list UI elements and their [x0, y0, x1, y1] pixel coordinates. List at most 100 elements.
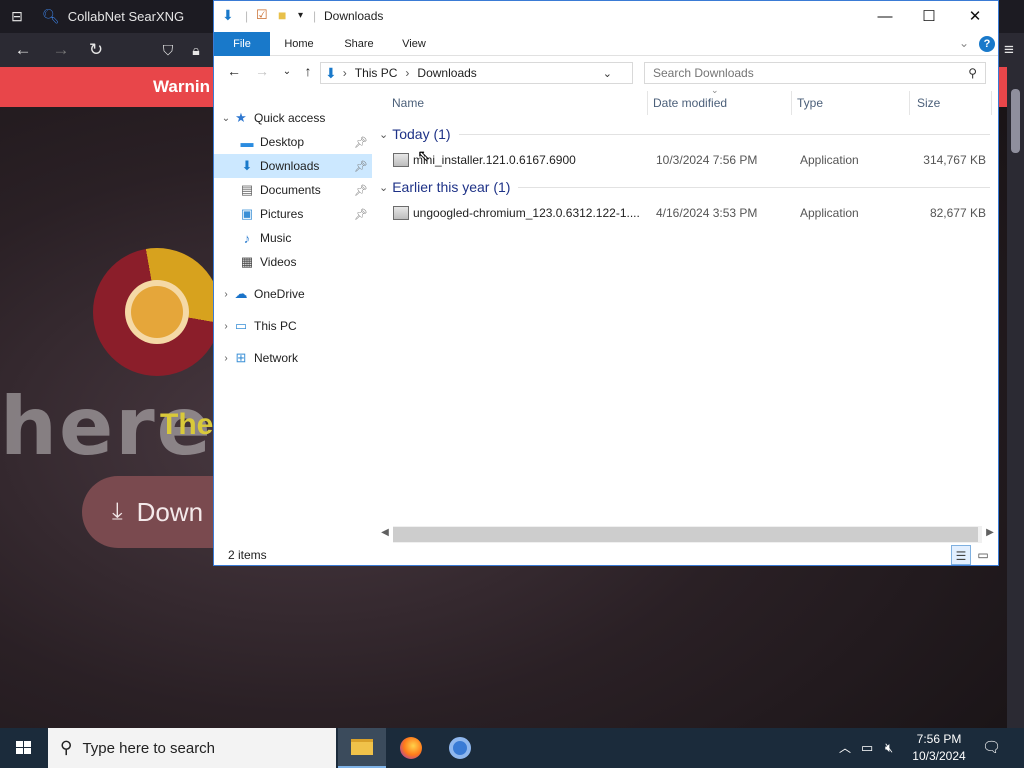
- column-header-type[interactable]: Type: [797, 93, 823, 113]
- column-divider[interactable]: [791, 91, 792, 115]
- column-header-date[interactable]: Date modified: [653, 93, 727, 113]
- title-bar[interactable]: ⬇ | ☑ ■ ▾ | Downloads — ☐ ✕: [214, 1, 998, 32]
- breadcrumb-this-pc[interactable]: This PC: [355, 66, 398, 80]
- file-row[interactable]: ungoogled-chromium_123.0.6312.122-1.... …: [389, 202, 995, 224]
- address-bar[interactable]: ⬇ › This PC › Downloads ⌄ ↻: [320, 62, 733, 84]
- pin-icon[interactable]: 📌︎: [354, 208, 368, 221]
- clock[interactable]: 7:56 PM 10/3/2024: [905, 731, 973, 765]
- nav-this-pc[interactable]: › ▭ This PC: [214, 314, 372, 338]
- group-label: Earlier this year (1): [392, 179, 511, 195]
- tab-view[interactable]: View: [394, 32, 434, 56]
- horizontal-scrollbar[interactable]: ◀ ▶: [377, 526, 998, 543]
- scroll-right-icon[interactable]: ▶: [982, 527, 998, 538]
- tab-share[interactable]: Share: [336, 32, 382, 56]
- taskbar-search[interactable]: ⚲ Type here to search: [48, 728, 336, 768]
- menu-icon[interactable]: ≡: [996, 33, 1022, 67]
- reload-icon[interactable]: ↻: [83, 33, 109, 67]
- nav-quick-access[interactable]: ⌄ ★ Quick access: [214, 106, 372, 130]
- chevron-right-icon[interactable]: ›: [220, 353, 232, 364]
- browser-tab[interactable]: 🔍︎ CollabNet SearXNG: [36, 0, 216, 33]
- notifications-icon[interactable]: 🗨︎: [982, 728, 1001, 768]
- chevron-down-icon[interactable]: ⌄: [220, 113, 232, 124]
- nav-label: OneDrive: [254, 287, 305, 301]
- chevron-down-icon[interactable]: ⌄: [379, 181, 388, 194]
- customize-toolbar-icon[interactable]: ▾: [298, 10, 303, 21]
- network-icon: ⊞: [235, 350, 247, 365]
- taskbar-file-explorer[interactable]: [338, 728, 386, 768]
- column-header-size[interactable]: Size: [917, 93, 940, 113]
- scroll-thumb[interactable]: [393, 527, 978, 542]
- downloads-folder-icon: ⬇: [325, 64, 337, 81]
- nav-item-downloads[interactable]: ⬇ Downloads 📌︎: [214, 154, 372, 178]
- title-separator: |: [245, 9, 249, 23]
- chevron-down-icon[interactable]: ⌄: [379, 128, 388, 141]
- search-box[interactable]: ⚲: [644, 62, 986, 84]
- group-header-today[interactable]: ⌄ Today (1): [379, 123, 998, 145]
- properties-icon[interactable]: ☑: [256, 7, 268, 23]
- chevron-right-icon[interactable]: ›: [220, 321, 232, 332]
- taskbar-chromium[interactable]: [436, 728, 484, 768]
- tagline: The: [160, 408, 214, 441]
- documents-icon: ▤: [240, 182, 254, 197]
- nav-item-documents[interactable]: ▤ Documents 📌︎: [214, 178, 372, 202]
- nav-onedrive[interactable]: › ☁ OneDrive: [214, 282, 372, 306]
- file-row[interactable]: mini_installer.121.0.6167.6900 10/3/2024…: [389, 149, 995, 171]
- application-icon: [393, 206, 409, 220]
- pin-icon[interactable]: 📌︎: [354, 136, 368, 149]
- up-icon[interactable]: ↑: [298, 63, 318, 79]
- nav-item-pictures[interactable]: ▣ Pictures 📌︎: [214, 202, 372, 226]
- tab-home[interactable]: Home: [276, 32, 322, 56]
- navigation-bar: ← → ⌄ ↑ ⬇ › This PC › Downloads ⌄ ↻ ⚲: [214, 57, 998, 89]
- forward-icon[interactable]: →: [252, 63, 272, 79]
- group-divider: [458, 133, 990, 135]
- minimize-button[interactable]: —: [862, 1, 908, 32]
- file-date: 10/3/2024 7:56 PM: [656, 153, 758, 167]
- tab-list-icon[interactable]: ⊟: [4, 0, 30, 33]
- application-icon: [393, 153, 409, 167]
- breadcrumb-downloads[interactable]: Downloads: [417, 66, 476, 80]
- column-divider[interactable]: [909, 91, 910, 115]
- chevron-right-icon[interactable]: ›: [220, 289, 232, 300]
- taskbar-firefox[interactable]: [387, 728, 435, 768]
- maximize-button[interactable]: ☐: [906, 1, 952, 32]
- pin-icon[interactable]: 📌︎: [354, 160, 368, 173]
- show-hidden-icons-icon[interactable]: ︿: [839, 728, 851, 768]
- shield-icon[interactable]: ⛉: [155, 33, 181, 67]
- forward-icon[interactable]: →: [48, 33, 74, 67]
- file-size: 314,767 KB: [923, 153, 986, 167]
- browser-scroll-thumb[interactable]: [1011, 89, 1020, 153]
- details-view-icon[interactable]: ☰: [951, 545, 971, 565]
- back-icon[interactable]: ←: [10, 33, 36, 67]
- column-divider[interactable]: [647, 91, 648, 115]
- tab-file[interactable]: File: [214, 32, 270, 56]
- scroll-track[interactable]: [393, 526, 982, 543]
- recent-locations-icon[interactable]: ⌄: [277, 66, 297, 77]
- large-icons-view-icon[interactable]: ▭: [973, 545, 993, 565]
- browser-scrollbar[interactable]: [1007, 67, 1024, 728]
- nav-item-desktop[interactable]: ▬ Desktop 📌︎: [214, 130, 372, 154]
- volume-muted-icon[interactable]: 🔇︎: [885, 728, 893, 768]
- search-input[interactable]: [645, 63, 945, 83]
- help-button[interactable]: ?: [979, 36, 995, 52]
- group-divider: [518, 186, 990, 188]
- expand-ribbon-icon[interactable]: ⌄: [959, 36, 969, 50]
- close-button[interactable]: ✕: [952, 1, 998, 32]
- nav-item-videos[interactable]: ▦ Videos: [214, 250, 372, 274]
- group-header-earlier-this-year[interactable]: ⌄ Earlier this year (1): [379, 176, 998, 198]
- nav-item-music[interactable]: ♪ Music: [214, 226, 372, 250]
- column-header-name[interactable]: Name: [392, 93, 424, 113]
- nav-network[interactable]: › ⊞ Network: [214, 346, 372, 370]
- address-dropdown-icon[interactable]: ⌄: [603, 67, 612, 80]
- new-folder-icon[interactable]: ■: [278, 7, 286, 23]
- back-icon[interactable]: ←: [224, 63, 244, 79]
- pin-icon[interactable]: 📌︎: [354, 184, 368, 197]
- search-icon: ⚲: [60, 738, 73, 757]
- lock-icon[interactable]: 🔒︎: [183, 33, 209, 67]
- scroll-left-icon[interactable]: ◀: [377, 527, 393, 538]
- download-arrow-icon: ⬇: [222, 7, 234, 23]
- column-divider[interactable]: [991, 91, 992, 115]
- search-icon[interactable]: ⚲: [968, 66, 977, 80]
- file-size: 82,677 KB: [929, 206, 986, 220]
- network-tray-icon[interactable]: ▭: [861, 728, 873, 768]
- start-button[interactable]: [0, 728, 48, 768]
